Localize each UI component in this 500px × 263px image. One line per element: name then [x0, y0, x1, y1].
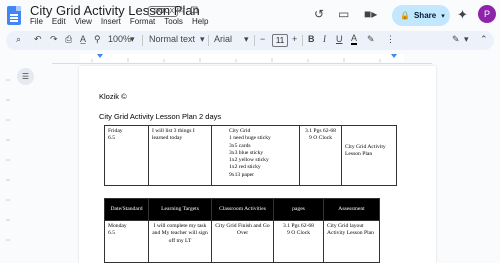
column-header: Assessment	[323, 198, 380, 221]
docs-logo-icon[interactable]	[7, 6, 21, 25]
editing-mode-icon[interactable]: ✎	[452, 34, 460, 45]
share-label: Share	[413, 11, 437, 20]
chevron-down-icon[interactable]: ▾	[244, 34, 249, 45]
column-header: Date/Standard	[104, 198, 149, 221]
column-header: Learning Targets	[148, 198, 212, 221]
vertical-ruler[interactable]	[0, 66, 12, 263]
spellcheck-icon[interactable]: A̲	[80, 34, 86, 44]
history-icon[interactable]: ↺	[314, 7, 324, 21]
toolbar-divider	[208, 35, 209, 46]
chevron-down-icon[interactable]: ▾	[200, 34, 205, 45]
file-type-badge: .DOCX	[148, 6, 179, 17]
text-color-icon[interactable]: A	[351, 34, 358, 45]
table-row: Friday 6.5 I will list 3 things I learne…	[104, 125, 397, 186]
print-icon[interactable]: ⎙	[65, 34, 72, 45]
more-options-icon[interactable]: ⋮	[386, 34, 395, 45]
redo-icon[interactable]: ↷	[50, 34, 58, 45]
horizontal-ruler[interactable]	[52, 52, 432, 64]
italic-icon[interactable]: I	[323, 34, 326, 44]
font-family-select[interactable]: Arial	[214, 34, 232, 44]
column-header: Classroom Activities	[211, 198, 274, 221]
table-day2: Date/Standard Learning Targets Classroom…	[104, 198, 380, 263]
table-cell: Friday 6.5	[104, 125, 149, 186]
menu-file[interactable]: File	[30, 17, 43, 29]
paint-format-icon[interactable]: ⚲	[94, 34, 101, 45]
table-cell: City Grid Finish and Go Over	[211, 220, 274, 263]
comment-icon[interactable]: ▭	[338, 7, 349, 21]
document-heading: City Grid Activity Lesson Plan 2 days	[99, 112, 222, 121]
toolbar-divider	[302, 35, 303, 46]
meet-video-icon[interactable]: ■▸	[364, 7, 377, 21]
chevron-down-icon[interactable]: ▾	[130, 34, 135, 45]
lock-icon: 🔒	[400, 11, 410, 20]
menu-help[interactable]: Help	[192, 17, 208, 29]
toolbar-divider	[142, 35, 143, 46]
increase-font-size-icon[interactable]: +	[292, 34, 297, 44]
avatar[interactable]: P	[478, 5, 496, 23]
table-cell: City Grid Activity Lesson Plan	[341, 125, 397, 186]
table-cell: City Grid 1 need huge sticky 3x5 cards 3…	[211, 125, 300, 186]
title-bar: City Grid Activity Lesson Plan .DOCX ☆ ⊡…	[0, 0, 500, 30]
collapse-menus-icon[interactable]: ⌃	[480, 34, 488, 45]
font-size-input[interactable]: 11	[272, 34, 288, 47]
table-day1: Friday 6.5 I will list 3 things I learne…	[104, 125, 397, 186]
chevron-down-icon[interactable]: ▾	[464, 34, 469, 45]
table-cell: 3.1 Pgs 62-68 9 O Clock	[299, 125, 342, 186]
table-cell: City Grid layout Activity Lesson Plan	[323, 220, 380, 263]
table-cell: I will list 3 things I learned today	[148, 125, 212, 186]
table-cell: I will complete my task and My teacher w…	[148, 220, 212, 263]
table-cell: 3.1 Pgs 62-68 9 O Clock	[273, 220, 324, 263]
decrease-font-size-icon[interactable]: −	[260, 34, 265, 44]
table-cell: Monday 6.5	[104, 220, 149, 263]
menu-format[interactable]: Format	[130, 17, 155, 29]
menu-edit[interactable]: Edit	[52, 17, 66, 29]
menu-tools[interactable]: Tools	[164, 17, 183, 29]
menu-view[interactable]: View	[75, 17, 92, 29]
table-row: Monday 6.5 I will complete my task and M…	[104, 220, 380, 263]
toolbar-divider	[254, 35, 255, 46]
paragraph-style-select[interactable]: Normal text	[149, 34, 195, 44]
document-outline-icon[interactable]: ☰	[17, 68, 34, 85]
share-button[interactable]: 🔒 Share ▾	[392, 5, 450, 26]
gemini-icon[interactable]: ✦	[457, 7, 468, 23]
chevron-down-icon[interactable]: ▾	[441, 12, 445, 20]
scrollbar[interactable]	[488, 66, 496, 263]
star-icon[interactable]: ☆	[177, 5, 186, 16]
undo-icon[interactable]: ↶	[34, 34, 42, 45]
underline-icon[interactable]: U	[336, 34, 343, 44]
document-page[interactable]: Klozik © City Grid Activity Lesson Plan …	[79, 66, 436, 263]
menu-insert[interactable]: Insert	[101, 17, 121, 29]
menu-bar: File Edit View Insert Format Tools Help	[30, 17, 217, 29]
move-folder-icon[interactable]: ⊡	[190, 5, 198, 16]
header-text: Klozik ©	[99, 92, 127, 101]
search-menus-icon[interactable]: ⌕	[16, 34, 21, 45]
column-header: pages	[273, 198, 324, 221]
bold-icon[interactable]: B	[308, 34, 315, 44]
formatting-toolbar: ⌕ ↶ ↷ ⎙ A̲ ⚲ 100% ▾ Normal text ▾ Arial …	[6, 31, 494, 50]
highlight-icon[interactable]: ✎	[367, 34, 375, 45]
zoom-select[interactable]: 100%	[108, 34, 131, 44]
table-header-row: Date/Standard Learning Targets Classroom…	[104, 198, 380, 221]
